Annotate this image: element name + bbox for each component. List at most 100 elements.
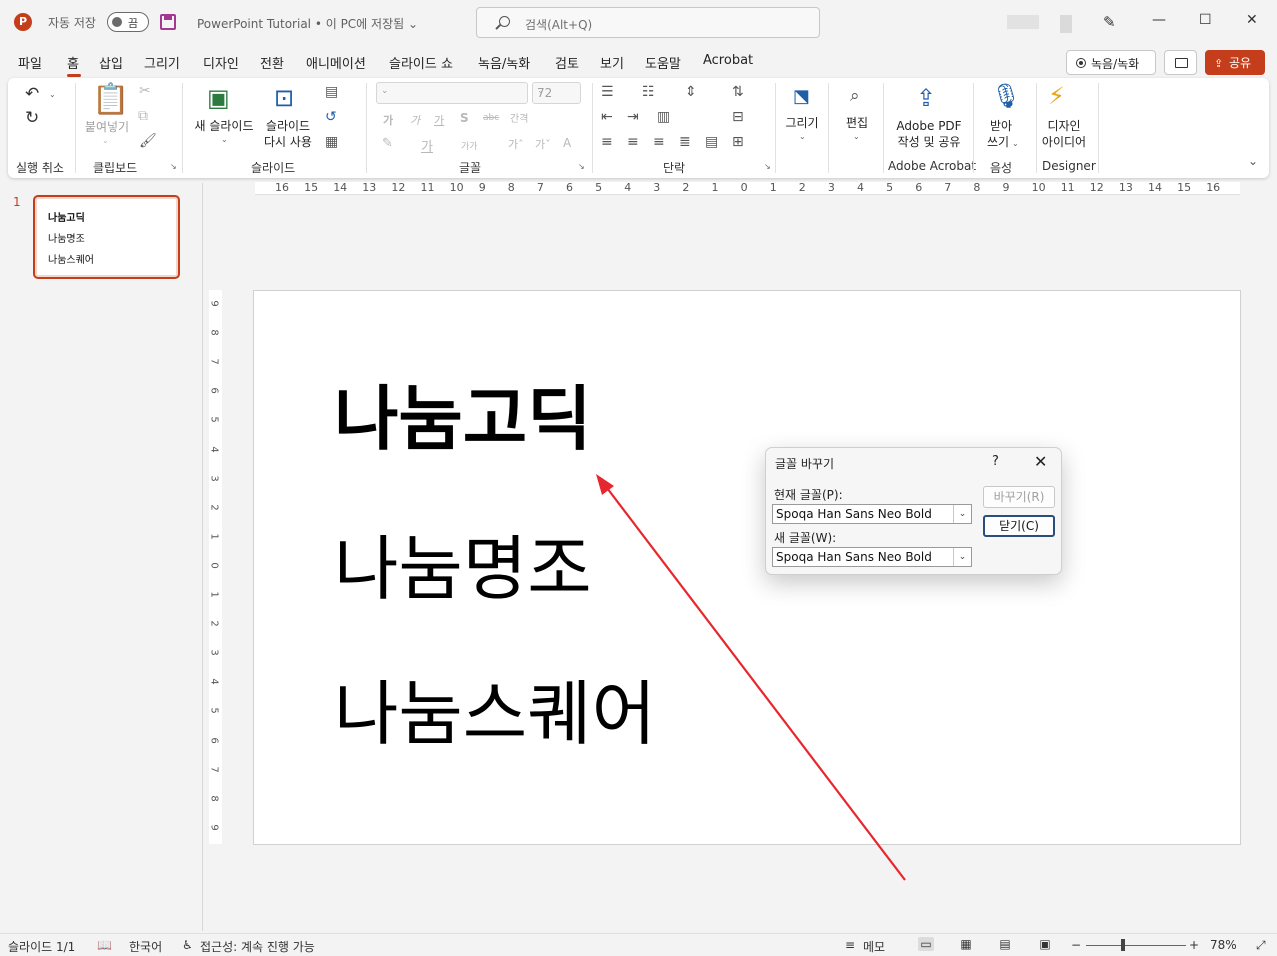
font-color-icon[interactable]: 가 [421,136,433,155]
reuse-slides-label1[interactable]: 슬라이드 [260,119,316,134]
slide-sorter-icon[interactable]: ▦ [958,937,974,951]
copy-icon[interactable]: ⧉ [138,108,148,124]
paste-icon[interactable]: 📋 [92,82,129,117]
zoom-in-button[interactable]: + [1189,938,1199,952]
dialog-close-action-button[interactable]: 닫기(C) [983,515,1055,537]
font-size-combo[interactable]: 72 ⌄ [532,82,581,104]
shadow-icon[interactable]: S [460,111,469,125]
dictate-label1[interactable]: 받아 [980,119,1022,134]
align-center-icon[interactable]: ≡ [627,134,639,150]
document-title[interactable]: PowerPoint Tutorial • 이 PC에 저장됨 ⌄ [197,15,418,32]
draw-label[interactable]: 그리기 [781,116,823,131]
decrease-font-icon[interactable]: 가ˇ [535,136,551,152]
notes-button[interactable]: 메모 [863,938,885,955]
comments-button[interactable] [1164,50,1197,75]
adobe-pdf-label2[interactable]: 작성 및 공유 [888,135,970,150]
paste-dropdown-icon[interactable]: ⌄ [102,136,109,145]
slide-thumbnail[interactable]: 나눔고딕 나눔명조 나눔스퀘어 [33,195,180,279]
smartart-icon[interactable]: ⊞ [732,134,744,150]
reuse-slides-label2[interactable]: 다시 사용 [260,135,316,150]
undo-icon[interactable]: ↶ [25,84,39,104]
align-left-icon[interactable]: ≡ [601,134,613,150]
replace-button[interactable]: 바꾸기(R) [983,486,1055,508]
new-slide-label[interactable]: 새 슬라이드 [190,119,258,134]
highlight-icon[interactable]: ✎ [382,136,393,151]
bullets-icon[interactable]: ☰ [601,84,614,100]
new-font-select[interactable]: Spoqa Han Sans Neo Bold ⌄ [772,547,972,567]
slide-canvas[interactable]: 나눔고딕 나눔명조 나눔스퀘어 [253,290,1241,845]
slide-text-line[interactable]: 나눔명조 [334,534,592,604]
tab-animations[interactable]: 애니메이션 [306,53,366,72]
columns-icon[interactable]: ▥ [657,109,670,125]
normal-view-icon[interactable]: ▭ [918,937,934,951]
reading-view-icon[interactable]: ▤ [997,937,1013,951]
draw-dropdown-icon[interactable]: ⌄ [799,132,806,141]
text-direction-icon[interactable]: ⇅ [732,84,744,100]
search-box[interactable]: 검색(Alt+Q) [476,7,820,38]
tab-design[interactable]: 디자인 [203,53,239,72]
reuse-slides-icon[interactable]: ⊡ [274,84,294,112]
align-right-icon[interactable]: ≡ [653,134,665,150]
character-spacing-icon[interactable]: 간격 [510,110,528,125]
maximize-button[interactable]: ☐ [1199,12,1212,28]
italic-icon[interactable]: 가 [410,112,420,128]
reset-icon[interactable]: ↺ [325,109,337,125]
increase-font-icon[interactable]: 가ˆ [508,136,524,152]
slide-text-line[interactable]: 나눔스퀘어 [334,679,656,749]
help-button[interactable]: ? [992,454,999,469]
tab-transitions[interactable]: 전환 [260,53,284,72]
new-slide-dropdown-icon[interactable]: ⌄ [221,135,228,144]
align-text-icon[interactable]: ⊟ [732,109,744,125]
paragraph-launcher-icon[interactable]: ↘ [764,162,771,171]
tab-view[interactable]: 보기 [600,53,624,72]
tab-file[interactable]: 파일 [18,53,42,72]
pane-divider[interactable] [202,183,203,931]
draw-shapes-icon[interactable]: ⬔ [793,86,810,107]
designer-pen-icon[interactable]: ✎ [1103,13,1116,31]
record-button[interactable]: 녹음/녹화 [1066,50,1156,75]
dictate-dropdown-icon[interactable]: ⌄ [1012,139,1019,148]
change-case-icon[interactable]: 가가 [461,139,478,152]
designer-label1[interactable]: 디자인 [1038,119,1090,134]
justify-icon[interactable]: ≣ [679,134,691,150]
dialog-close-button[interactable]: ✕ [1034,452,1047,471]
fit-to-window-icon[interactable]: ⤢ [1256,938,1266,953]
designer-label2[interactable]: 아이디어 [1038,135,1090,150]
font-name-combo[interactable]: ⌄ [376,82,528,104]
zoom-slider-thumb[interactable] [1121,939,1125,951]
redo-icon[interactable]: ↻ [25,108,39,128]
tab-review[interactable]: 검토 [555,53,579,72]
slideshow-view-icon[interactable]: ▣ [1037,937,1053,951]
find-icon[interactable]: ⌕ [850,86,860,106]
format-painter-icon[interactable]: 🖌 [139,133,157,149]
share-button[interactable]: ⇪ 공유 [1205,50,1265,75]
tab-acrobat[interactable]: Acrobat [703,53,753,68]
account-name[interactable] [1007,15,1039,29]
layout-icon[interactable]: ▤ [325,84,338,100]
tab-slideshow[interactable]: 슬라이드 쇼 [389,53,453,72]
tab-draw[interactable]: 그리기 [144,53,180,72]
tab-home[interactable]: 홈 [67,53,79,72]
language-indicator[interactable]: 한국어 [129,938,162,955]
edit-dropdown-icon[interactable]: ⌄ [853,132,860,141]
undo-dropdown-icon[interactable]: ⌄ [49,90,56,99]
notes-icon[interactable]: ≡ [845,938,855,952]
numbering-icon[interactable]: ☷ [642,84,655,100]
zoom-level[interactable]: 78% [1210,938,1237,952]
cut-icon[interactable]: ✂ [139,83,151,99]
dictate-label2[interactable]: 쓰기 [980,135,1016,150]
minimize-button[interactable]: — [1152,12,1166,28]
accessibility-status[interactable]: 접근성: 계속 진행 가능 [200,938,315,955]
clipboard-launcher-icon[interactable]: ↘ [170,162,177,171]
designer-icon[interactable]: ⚡ [1048,82,1065,110]
adobe-pdf-label1[interactable]: Adobe PDF [888,119,970,134]
tab-help[interactable]: 도움말 [645,53,681,72]
strikethrough-icon[interactable]: abc [483,113,499,123]
section-icon[interactable]: ▦ [325,134,338,150]
edit-label[interactable]: 편집 [840,116,874,131]
clear-format-icon[interactable]: A [563,136,571,150]
new-slide-icon[interactable]: ▣ [207,84,230,112]
microphone-icon[interactable]: 🎙 [991,82,1021,110]
save-icon[interactable] [160,14,176,30]
slide-text-line[interactable]: 나눔고딕 [334,384,592,454]
